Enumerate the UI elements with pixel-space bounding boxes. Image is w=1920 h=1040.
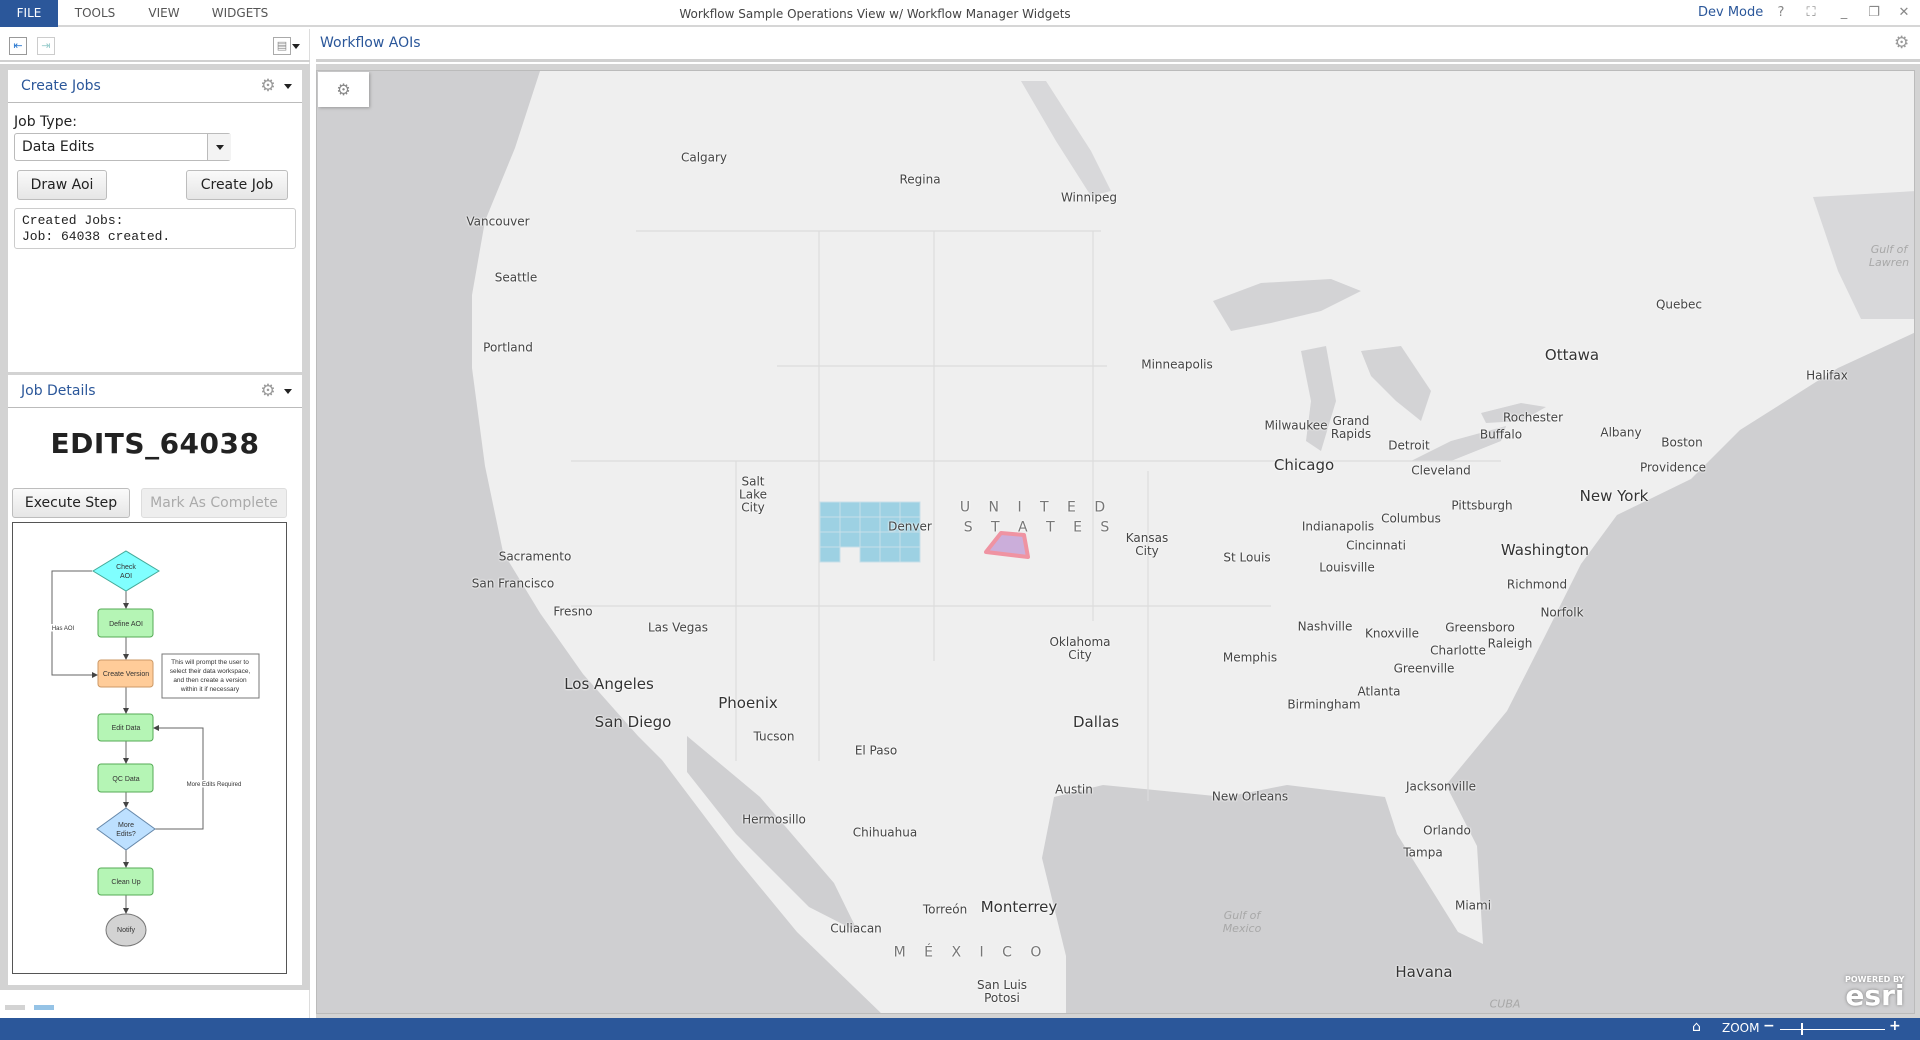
window-title: Workflow Sample Operations View w/ Workf…	[679, 7, 1071, 21]
execute-step-button[interactable]: Execute Step	[12, 488, 130, 518]
home-icon[interactable]: ⌂	[1692, 1019, 1701, 1035]
node-label: More	[118, 822, 134, 829]
note-text: select their data workspace,	[170, 668, 251, 675]
note-text: This will prompt the user to	[171, 659, 249, 666]
workflow-diagram: Check AOI Define AOI Create Version This…	[12, 522, 287, 974]
menu-tools[interactable]: TOOLS	[62, 0, 128, 27]
gear-icon[interactable]: ⚙	[259, 382, 277, 400]
job-type-value: Data Edits	[22, 139, 95, 155]
node-label: Clean Up	[111, 879, 140, 886]
map-header	[316, 29, 1920, 62]
node-label: QC Data	[112, 776, 139, 783]
note-text: and then create a version	[173, 677, 247, 684]
widget-title: Job Details	[21, 383, 96, 399]
land-north-america	[472, 71, 1914, 1013]
output-line: Job: 64038 created.	[22, 229, 171, 244]
node-label: AOI	[120, 573, 132, 580]
output-line: Created Jobs:	[22, 213, 124, 228]
esri-wordmark: esri	[1845, 979, 1905, 1012]
menu-view[interactable]: VIEW	[134, 0, 194, 27]
help-button[interactable]: ?	[1771, 3, 1791, 23]
zoom-slider[interactable]	[1780, 1029, 1885, 1030]
draw-aoi-button[interactable]: Draw Aoi	[17, 170, 107, 200]
job-type-select[interactable]: Data Edits	[14, 133, 231, 161]
esri-logo: POWERED BY esri	[1845, 975, 1905, 1012]
gear-icon[interactable]: ⚙	[259, 77, 277, 95]
job-name: EDITS_64038	[50, 427, 260, 460]
zoom-slider-handle[interactable]	[1801, 1023, 1803, 1035]
chevron-down-icon[interactable]	[284, 389, 292, 394]
fullscreen-icon[interactable]: ⛶	[1801, 3, 1821, 23]
page-indicator[interactable]	[5, 1005, 25, 1010]
created-jobs-output: Created Jobs: Job: 64038 created.	[14, 208, 296, 249]
map-title: Workflow AOIs	[320, 35, 421, 51]
create-jobs-widget: Create Jobs ⚙ Job Type: Data Edits Draw …	[8, 70, 302, 372]
dropdown-button[interactable]	[207, 134, 231, 160]
note-text: within it if necessary	[180, 686, 240, 693]
map-view[interactable]: ⚙ POWERED BY esri	[316, 70, 1915, 1014]
layout-caret-icon[interactable]	[292, 44, 300, 49]
mark-as-complete-button[interactable]: Mark As Complete	[141, 488, 287, 518]
aoi-grid	[819, 501, 921, 563]
edge-label-has-aoi: Has AOI	[52, 626, 75, 632]
dev-mode-link[interactable]: Dev Mode	[1698, 0, 1763, 26]
widget-header: Job Details ⚙	[8, 375, 302, 408]
basemap	[472, 71, 1914, 1013]
menu-file[interactable]: FILE	[0, 0, 58, 27]
node-label: Check	[116, 564, 136, 571]
minimize-icon[interactable]: _	[1834, 3, 1854, 23]
edge-label-more-edits-required: More Edits Required	[187, 782, 242, 788]
zoom-in-button[interactable]: +	[1889, 1018, 1901, 1034]
node-label: Define AOI	[109, 621, 143, 628]
collapse-left-icon[interactable]: ⇤	[9, 37, 27, 55]
zoom-label: ZOOM	[1722, 1021, 1760, 1035]
status-bar: ⌂ ZOOM − +	[0, 1018, 1920, 1040]
node-label: Edit Data	[112, 725, 141, 732]
node-label: Create Version	[103, 671, 149, 678]
menu-widgets[interactable]: WIDGETS	[200, 0, 280, 27]
close-icon[interactable]: ✕	[1894, 3, 1914, 23]
zoom-out-button[interactable]: −	[1763, 1018, 1775, 1034]
chevron-down-icon[interactable]	[284, 84, 292, 89]
layout-menu-icon[interactable]: ▤	[273, 37, 291, 55]
widget-header: Create Jobs ⚙	[8, 70, 302, 103]
page-indicator-active[interactable]	[34, 1005, 54, 1010]
restore-icon[interactable]: ❐	[1864, 3, 1884, 23]
widget-title: Create Jobs	[21, 78, 101, 94]
create-job-button[interactable]: Create Job	[186, 170, 288, 200]
node-label: Notify	[117, 927, 135, 934]
map-settings-button[interactable]: ⚙	[318, 72, 369, 107]
node-label: Edits?	[116, 831, 136, 838]
expand-right-icon[interactable]: ⇥	[37, 37, 55, 55]
chevron-down-icon	[216, 145, 224, 150]
job-type-label: Job Type:	[14, 114, 77, 130]
gear-icon[interactable]: ⚙	[1894, 33, 1909, 53]
